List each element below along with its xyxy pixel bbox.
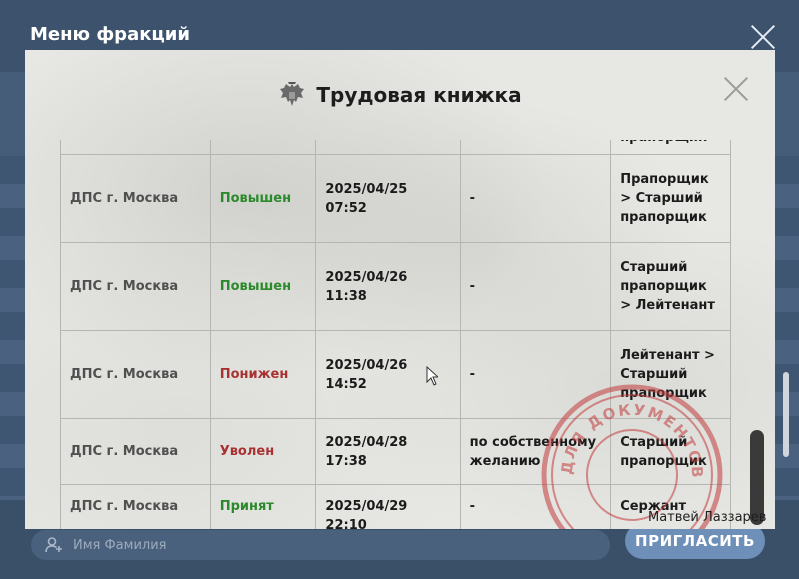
document-title: Трудовая книжка	[316, 83, 522, 107]
reason-cell: по собственному желанию	[459, 418, 612, 485]
document-header: Трудовая книжка	[25, 80, 775, 114]
faction-menu-title: Меню фракций	[30, 24, 190, 45]
org-cell: ДПС г. Москва	[60, 484, 211, 529]
rank-cell: Прапорщик > Старший прапорщик	[610, 154, 731, 243]
org-cell: ДПС г. Москва	[60, 330, 211, 419]
mouse-cursor-icon	[426, 366, 438, 386]
invite-name-input[interactable]	[71, 536, 575, 554]
employment-table: прапорщик ДПС г. Москва Повышен 2025/04/…	[60, 140, 731, 529]
employment-table-viewport[interactable]: прапорщик ДПС г. Москва Повышен 2025/04/…	[60, 140, 732, 529]
status-cell: Уволен	[209, 418, 317, 485]
invite-name-field[interactable]	[31, 530, 610, 560]
table-row: ДПС г. Москва Повышен 2025/04/26 11:38 -…	[60, 242, 731, 331]
org-cell: ДПС г. Москва	[60, 418, 211, 485]
rank-cell: Лейтенант > Старший прапорщик	[610, 330, 731, 419]
org-cell: ДПС г. Москва	[60, 242, 211, 331]
add-user-icon	[45, 537, 62, 553]
date-cell	[315, 140, 461, 155]
employment-record-window: Трудовая книжка прапорщик ДПС г. Москва …	[25, 50, 775, 529]
status-cell	[209, 140, 317, 155]
status-cell: Повышен	[209, 154, 317, 243]
rank-cell: Старший прапорщик > Лейтенант	[610, 242, 731, 331]
document-close-icon[interactable]	[723, 76, 749, 102]
reason-cell: -	[459, 242, 612, 331]
reason-cell: -	[459, 484, 612, 529]
double-headed-eagle-icon	[280, 82, 305, 106]
date-cell: 2025/04/29 22:10	[315, 484, 461, 529]
date-cell: 2025/04/26 14:52	[315, 330, 461, 419]
date-cell: 2025/04/28 17:38	[315, 418, 461, 485]
org-cell	[60, 140, 211, 155]
status-cell: Принят	[209, 484, 317, 529]
rank-cell: Старший прапорщик	[610, 418, 731, 485]
status-cell: Понижен	[209, 330, 317, 419]
table-row: ДПС г. Москва Принят 2025/04/29 22:10 - …	[60, 484, 731, 529]
reason-cell: -	[459, 154, 612, 243]
faction-menu-scrollbar[interactable]	[783, 372, 789, 457]
date-cell: 2025/04/25 07:52	[315, 154, 461, 243]
status-cell: Повышен	[209, 242, 317, 331]
table-row: ДПС г. Москва Повышен 2025/04/25 07:52 -…	[60, 154, 731, 243]
table-row: ДПС г. Москва Уволен 2025/04/28 17:38 по…	[60, 418, 731, 485]
faction-menu-close-icon[interactable]	[750, 24, 776, 50]
org-cell: ДПС г. Москва	[60, 154, 211, 243]
player-name: Матвей Лаззарев	[648, 510, 767, 525]
date-cell: 2025/04/26 11:38	[315, 242, 461, 331]
table-row: ДПС г. Москва Понижен 2025/04/26 14:52 -…	[60, 330, 731, 419]
table-row: прапорщик	[60, 140, 731, 155]
rank-cell: прапорщик	[610, 140, 731, 155]
reason-cell	[459, 140, 612, 155]
reason-cell: -	[459, 330, 612, 419]
